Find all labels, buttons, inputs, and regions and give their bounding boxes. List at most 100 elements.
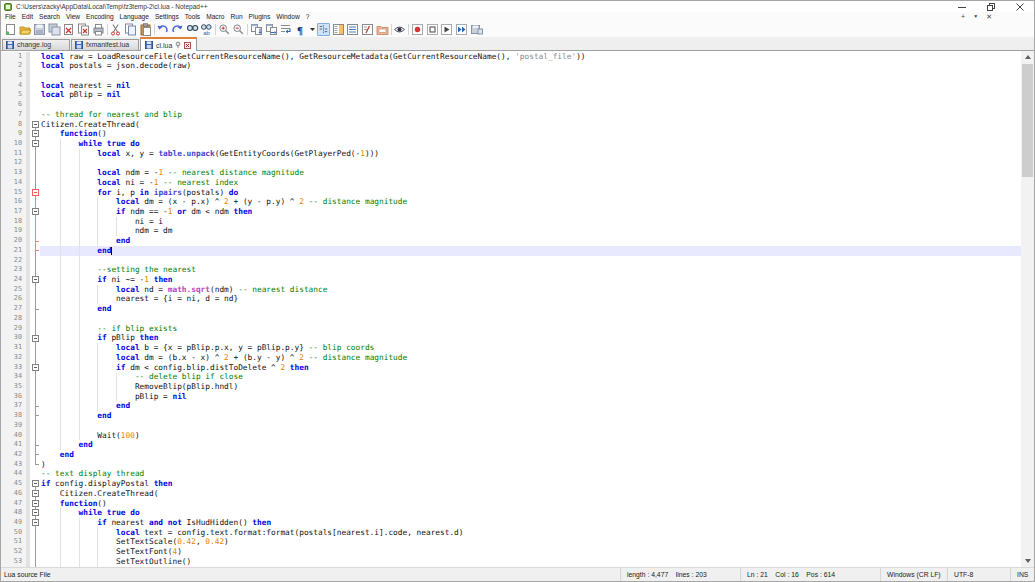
vertical-scrollbar[interactable]: [1021, 51, 1034, 567]
menu-language[interactable]: Language: [117, 13, 152, 20]
fold-margin[interactable]: [30, 324, 40, 334]
code-text[interactable]: local ni = -1 -- nearest index: [40, 178, 1021, 188]
macro-stop-icon[interactable]: [426, 23, 439, 36]
function-list-icon[interactable]: [361, 23, 374, 36]
fold-margin[interactable]: [30, 246, 40, 256]
code-text[interactable]: if ni ~= -1 then: [40, 275, 1021, 285]
code-text[interactable]: -- delete blip if close: [40, 372, 1021, 382]
fold-margin[interactable]: [30, 499, 40, 509]
close-button[interactable]: [1005, 1, 1034, 12]
fold-margin[interactable]: [30, 256, 40, 266]
fold-margin[interactable]: [30, 71, 40, 81]
fold-margin[interactable]: [30, 294, 40, 304]
fold-margin[interactable]: [30, 129, 40, 139]
code-text[interactable]: while true do: [40, 508, 1021, 518]
code-text[interactable]: local text = config.text.format:format(p…: [40, 528, 1021, 538]
new-file-icon[interactable]: [4, 23, 17, 36]
fold-margin[interactable]: [30, 528, 40, 538]
code-text[interactable]: Citizen.CreateThread(: [40, 489, 1021, 499]
fold-margin[interactable]: [30, 411, 40, 421]
doc-map-icon[interactable]: [332, 23, 345, 36]
menu-window[interactable]: Window: [273, 13, 302, 20]
menu-macro[interactable]: Macro: [203, 13, 227, 20]
code-text[interactable]: end: [40, 440, 1021, 450]
code-text[interactable]: end: [40, 411, 1021, 421]
fold-margin[interactable]: [30, 304, 40, 314]
fold-margin[interactable]: [30, 401, 40, 411]
code-text[interactable]: end: [40, 401, 1021, 411]
code-text[interactable]: [40, 71, 1021, 81]
code-text[interactable]: local dm = (b.x - x) ^ 2 + (b.y - y) ^ 2…: [40, 353, 1021, 363]
zoom-out-icon[interactable]: [232, 23, 245, 36]
code-text[interactable]: [40, 421, 1021, 431]
code-text[interactable]: end: [40, 236, 1021, 246]
cut-icon[interactable]: [109, 23, 122, 36]
fold-margin[interactable]: [30, 353, 40, 363]
code-text[interactable]: [40, 100, 1021, 110]
code-text[interactable]: function(): [40, 129, 1021, 139]
code-text[interactable]: local nearest = nil: [40, 81, 1021, 91]
fold-margin[interactable]: [30, 139, 40, 149]
menu-file[interactable]: File: [2, 13, 19, 20]
tab-fxmanifest.lua[interactable]: fxmanifest.lua: [71, 39, 139, 51]
menu-tools[interactable]: Tools: [182, 13, 203, 20]
code-text[interactable]: if config.displayPostal then: [40, 479, 1021, 489]
fold-margin[interactable]: [30, 207, 40, 217]
zoom-in-icon[interactable]: [218, 23, 231, 36]
code-text[interactable]: SetTextScale(0.42, 0.42): [40, 537, 1021, 547]
replace-icon[interactable]: ab: [200, 23, 213, 36]
fold-margin[interactable]: [30, 52, 40, 62]
code-text[interactable]: if dm < config.blip.distToDelete ^ 2 the…: [40, 363, 1021, 373]
fold-margin[interactable]: [30, 508, 40, 518]
minimize-button[interactable]: [947, 1, 976, 12]
code-text[interactable]: while true do: [40, 139, 1021, 149]
code-text[interactable]: --setting the nearest: [40, 265, 1021, 275]
macro-save-icon[interactable]: [470, 23, 483, 36]
fold-margin[interactable]: [30, 61, 40, 71]
fold-margin[interactable]: [30, 333, 40, 343]
tab-new-button[interactable]: +: [961, 13, 965, 20]
fold-margin[interactable]: [30, 489, 40, 499]
code-text[interactable]: if ndm == -1 or dm < ndm then: [40, 207, 1021, 217]
print-icon[interactable]: [92, 23, 105, 36]
code-text[interactable]: function(): [40, 499, 1021, 509]
code-text[interactable]: -- if blip exists: [40, 324, 1021, 334]
macro-run-multi-icon[interactable]: [455, 23, 468, 36]
code-text[interactable]: local dm = (x - p.x) ^ 2 + (y - p.y) ^ 2…: [40, 197, 1021, 207]
fold-margin[interactable]: [30, 431, 40, 441]
code-text[interactable]: local nd = math.sqrt(ndm) -- nearest dis…: [40, 285, 1021, 295]
code-text[interactable]: -- text display thread: [40, 469, 1021, 479]
fold-margin[interactable]: [30, 168, 40, 178]
indent-guide-icon[interactable]: [317, 23, 330, 36]
code-text[interactable]: [40, 314, 1021, 324]
fold-margin[interactable]: [30, 440, 40, 450]
code-text[interactable]: ndm = dm: [40, 226, 1021, 236]
code-text[interactable]: Wait(100): [40, 431, 1021, 441]
code-text[interactable]: ): [40, 460, 1021, 470]
fold-margin[interactable]: [30, 265, 40, 275]
status-eol[interactable]: Windows (CR LF): [881, 568, 948, 582]
tab-close-button[interactable]: ✕: [986, 13, 992, 20]
fold-margin[interactable]: [30, 343, 40, 353]
folder-workspace-icon[interactable]: [376, 23, 389, 36]
code-text[interactable]: local ndm = -1 -- nearest distance magni…: [40, 168, 1021, 178]
fold-margin[interactable]: [30, 460, 40, 470]
tab-change.log[interactable]: change.log: [2, 39, 70, 51]
menu-edit[interactable]: Edit: [19, 13, 36, 20]
scrollbar-thumb[interactable]: [1022, 64, 1033, 177]
find-icon[interactable]: [186, 23, 199, 36]
doc-list-icon[interactable]: [346, 23, 359, 36]
fold-margin[interactable]: [30, 547, 40, 557]
code-text[interactable]: end: [40, 246, 1021, 256]
paste-icon[interactable]: [139, 23, 152, 36]
macro-record-icon[interactable]: [411, 23, 424, 36]
fold-margin[interactable]: [30, 392, 40, 402]
fold-margin[interactable]: [30, 149, 40, 159]
fold-margin[interactable]: [30, 217, 40, 227]
pin-tab-icon[interactable]: [175, 41, 181, 49]
code-text[interactable]: local pBlip = nil: [40, 90, 1021, 100]
save-icon[interactable]: [33, 23, 46, 36]
code-text[interactable]: local raw = LoadResourceFile(GetCurrentR…: [40, 52, 1021, 62]
undo-icon[interactable]: [156, 23, 169, 36]
menu-search[interactable]: Search: [36, 13, 63, 20]
